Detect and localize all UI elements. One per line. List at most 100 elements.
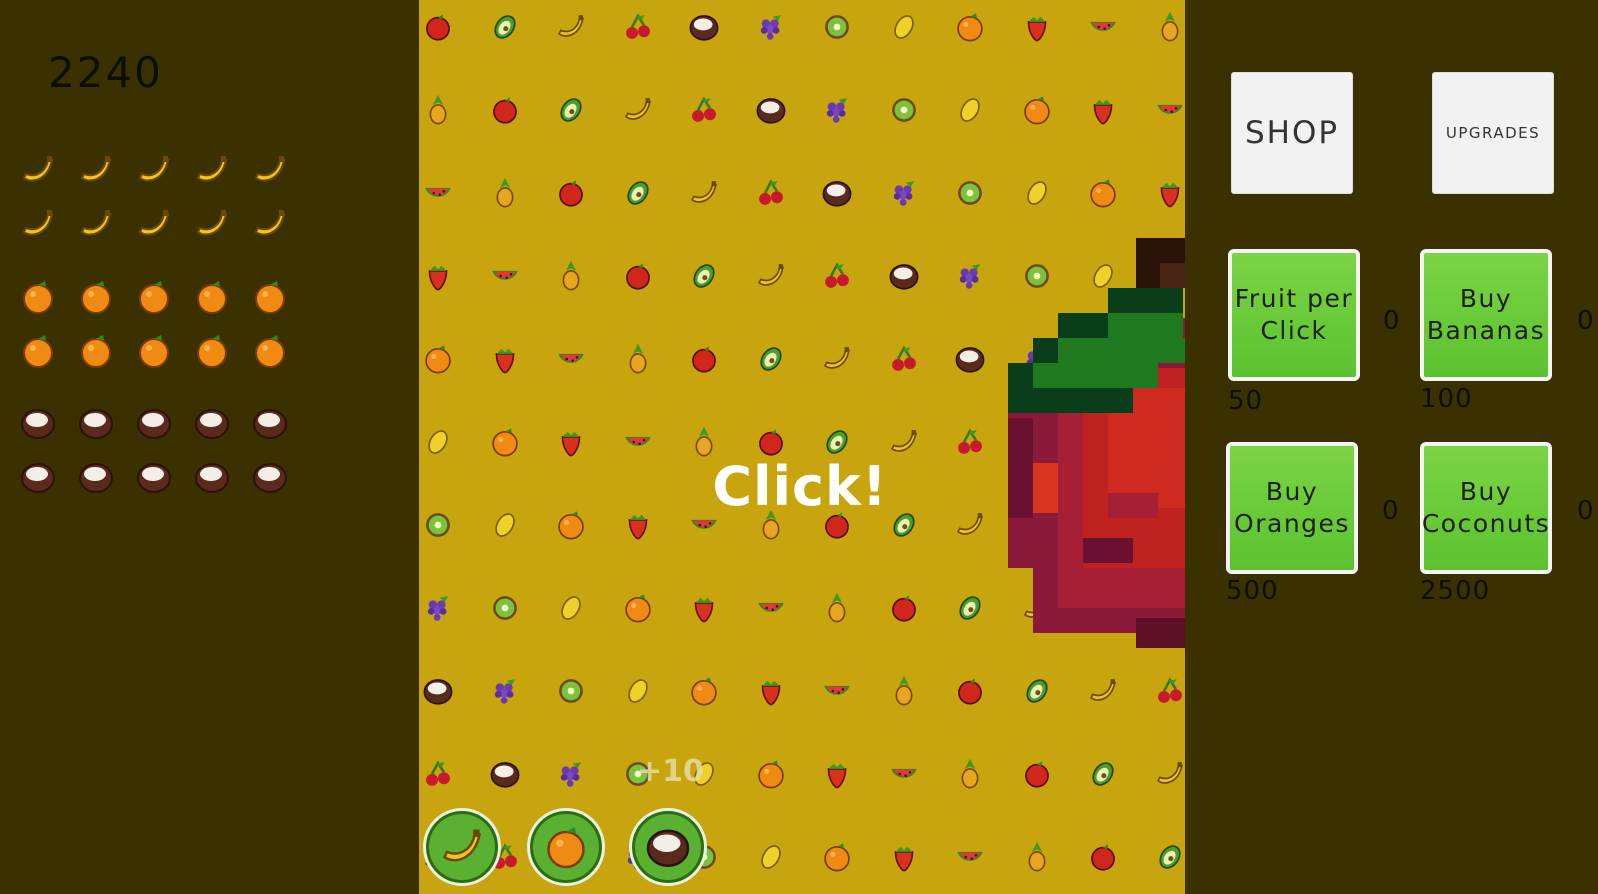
apple-icon bbox=[687, 342, 721, 376]
coconut-icon bbox=[887, 259, 921, 293]
orange-icon bbox=[687, 674, 721, 708]
kiwi-icon bbox=[953, 176, 987, 210]
pineapple-icon bbox=[554, 259, 588, 293]
orange-icon bbox=[1086, 176, 1120, 210]
avocado-icon bbox=[488, 10, 522, 44]
kiwi-icon bbox=[820, 10, 854, 44]
orange-icon bbox=[541, 822, 591, 872]
coconut-icon bbox=[687, 10, 721, 44]
cherry-icon bbox=[820, 259, 854, 293]
coconut-icon bbox=[953, 342, 987, 376]
strawberry-icon bbox=[687, 591, 721, 625]
apple-icon bbox=[820, 508, 854, 542]
avocado-icon bbox=[820, 425, 854, 459]
shop-panel: SHOP UPGRADES Fruit per Click 0 50 Buy Ban… bbox=[1185, 0, 1598, 894]
banana-icon bbox=[437, 822, 487, 872]
avocado-icon bbox=[754, 342, 788, 376]
buy-oranges-count: 0 bbox=[1382, 496, 1399, 526]
strawberry-icon bbox=[1020, 10, 1054, 44]
cherry-icon bbox=[754, 176, 788, 210]
buy-coconuts-price: 2500 bbox=[1420, 576, 1491, 606]
strawberry-icon bbox=[1086, 93, 1120, 127]
buy-bananas-count: 0 bbox=[1577, 306, 1594, 336]
button-label-line2: Bananas bbox=[1426, 316, 1546, 345]
quick-orange-button[interactable] bbox=[527, 808, 605, 886]
buy-oranges-button[interactable]: Buy Oranges bbox=[1226, 442, 1358, 574]
avocado-icon bbox=[887, 508, 921, 542]
kiwi-icon bbox=[488, 591, 522, 625]
grape-icon bbox=[887, 176, 921, 210]
quick-banana-button[interactable] bbox=[423, 808, 501, 886]
pineapple-icon bbox=[953, 757, 987, 791]
shop-button[interactable]: SHOP bbox=[1231, 72, 1353, 194]
avocado-icon bbox=[554, 93, 588, 127]
banana-inventory bbox=[18, 150, 290, 244]
pineapple-icon bbox=[1153, 10, 1186, 44]
watermelon-icon bbox=[554, 342, 588, 376]
watermelon-icon bbox=[1086, 10, 1120, 44]
buy-bananas-price: 100 bbox=[1420, 384, 1473, 414]
banana-icon bbox=[1086, 674, 1120, 708]
watermelon-icon bbox=[687, 508, 721, 542]
orange-icon bbox=[421, 342, 455, 376]
coconut-icon bbox=[76, 403, 116, 443]
pineapple-icon bbox=[820, 591, 854, 625]
buy-oranges-price: 500 bbox=[1226, 576, 1279, 606]
fruit-per-click-button[interactable]: Fruit per Click bbox=[1228, 249, 1360, 381]
grape-icon bbox=[820, 93, 854, 127]
cherry-icon bbox=[1153, 674, 1186, 708]
orange-icon bbox=[554, 508, 588, 542]
fruit-per-click-count: 0 bbox=[1383, 306, 1400, 336]
inventory-panel: 2240 bbox=[0, 0, 419, 894]
watermelon-icon bbox=[953, 840, 987, 874]
grape-icon bbox=[421, 591, 455, 625]
orange-icon bbox=[18, 331, 58, 371]
buy-bananas-button[interactable]: Buy Bananas bbox=[1420, 249, 1552, 381]
upgrades-button[interactable]: UPGRADES bbox=[1432, 72, 1554, 194]
pineapple-icon bbox=[621, 342, 655, 376]
coconut-icon bbox=[76, 457, 116, 497]
watermelon-icon bbox=[621, 425, 655, 459]
banana-icon bbox=[192, 150, 232, 190]
coconut-icon bbox=[134, 403, 174, 443]
banana-icon bbox=[18, 204, 58, 244]
kiwi-icon bbox=[887, 93, 921, 127]
cherry-icon bbox=[887, 342, 921, 376]
banana-icon bbox=[554, 10, 588, 44]
orange-icon bbox=[1020, 93, 1054, 127]
lemon-icon bbox=[421, 425, 455, 459]
lemon-icon bbox=[488, 508, 522, 542]
orange-icon bbox=[250, 277, 290, 317]
coconut-icon bbox=[820, 176, 854, 210]
coconut-inventory bbox=[18, 403, 290, 497]
avocado-icon bbox=[687, 259, 721, 293]
button-label-line1: Buy bbox=[1459, 284, 1513, 313]
big-apple-click-target[interactable] bbox=[1008, 238, 1185, 658]
banana-icon bbox=[134, 150, 174, 190]
pineapple-icon bbox=[754, 508, 788, 542]
orange-icon bbox=[134, 277, 174, 317]
apple-icon bbox=[621, 259, 655, 293]
coconut-icon bbox=[421, 674, 455, 708]
quick-coconut-button[interactable] bbox=[629, 808, 707, 886]
banana-icon bbox=[76, 150, 116, 190]
button-label-line2: Oranges bbox=[1234, 509, 1350, 538]
orange-icon bbox=[820, 840, 854, 874]
pineapple-icon bbox=[488, 176, 522, 210]
buy-coconuts-button[interactable]: Buy Coconuts bbox=[1420, 442, 1552, 574]
button-label-line1: Buy bbox=[1459, 477, 1513, 506]
lemon-icon bbox=[554, 591, 588, 625]
lemon-icon bbox=[621, 674, 655, 708]
grape-icon bbox=[953, 259, 987, 293]
coconut-icon bbox=[134, 457, 174, 497]
watermelon-icon bbox=[820, 674, 854, 708]
orange-icon bbox=[754, 757, 788, 791]
apple-icon bbox=[1020, 757, 1054, 791]
cherry-icon bbox=[687, 93, 721, 127]
avocado-icon bbox=[621, 176, 655, 210]
cherry-icon bbox=[621, 10, 655, 44]
apple-icon bbox=[554, 176, 588, 210]
strawberry-icon bbox=[421, 259, 455, 293]
fruit-score: 2240 bbox=[48, 48, 163, 97]
banana-icon bbox=[18, 150, 58, 190]
